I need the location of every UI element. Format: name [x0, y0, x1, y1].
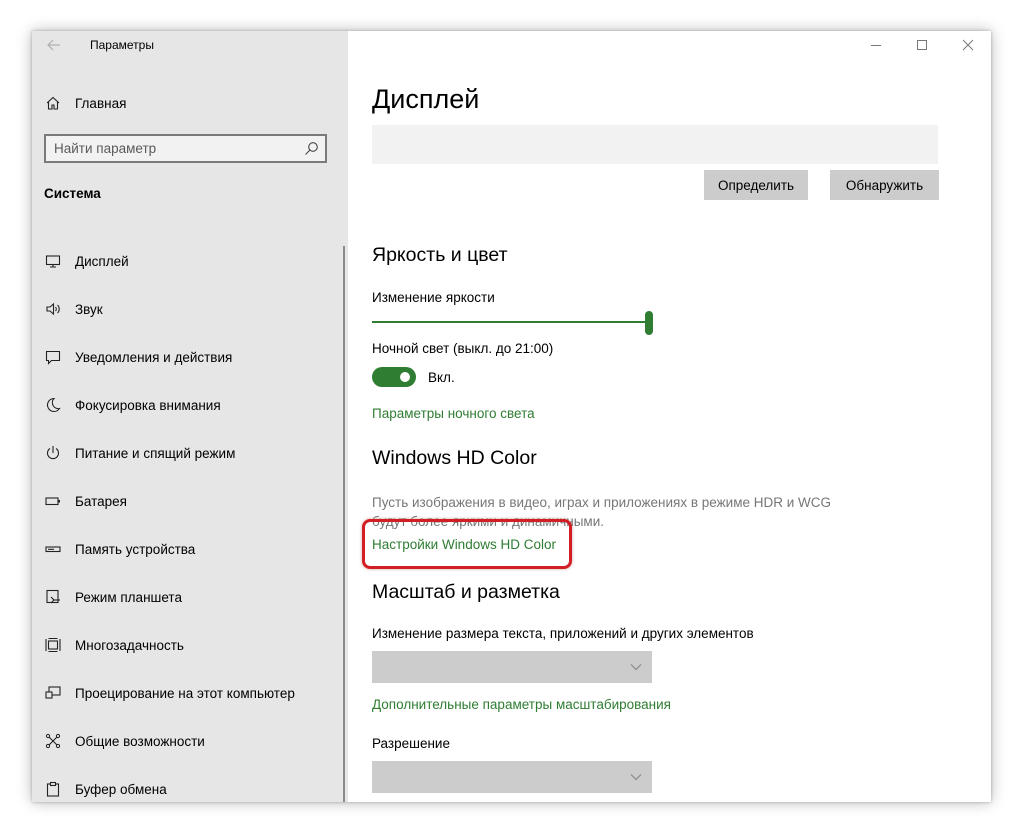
tablet-mode-icon	[44, 588, 62, 606]
main-content: Дисплей Определить Обнаружить Яркость и …	[348, 31, 991, 802]
close-icon	[962, 39, 974, 51]
sidebar-item-notifications[interactable]: Уведомления и действия	[44, 333, 334, 381]
sidebar-item-multitasking[interactable]: Многозадачность	[44, 621, 334, 669]
sidebar-nav: Дисплей Звук Уведомления и действия Фоку…	[44, 237, 334, 802]
resolution-dropdown[interactable]	[372, 761, 652, 793]
sidebar-item-projecting[interactable]: Проецирование на этот компьютер	[44, 669, 334, 717]
monitor-icon	[44, 252, 62, 270]
sidebar-item-label: Главная	[75, 95, 127, 111]
moon-icon	[44, 396, 62, 414]
sidebar-item-label: Проецирование на этот компьютер	[75, 685, 295, 701]
power-icon	[44, 444, 62, 462]
toggle-knob	[400, 372, 410, 382]
sidebar-item-label: Уведомления и действия	[75, 349, 233, 365]
sidebar-item-battery[interactable]: Батарея	[44, 477, 334, 525]
monitor-arrangement-area[interactable]	[372, 125, 938, 164]
storage-icon	[44, 540, 62, 558]
sidebar-item-sound[interactable]: Звук	[44, 285, 334, 333]
brightness-slider[interactable]	[372, 311, 656, 335]
app-title: Параметры	[90, 38, 154, 52]
search-input[interactable]	[46, 136, 294, 161]
sidebar-item-clipboard[interactable]: Буфер обмена	[44, 765, 334, 802]
identify-button[interactable]: Определить	[704, 170, 808, 200]
sidebar-item-label: Дисплей	[75, 253, 129, 269]
section-title: Система	[44, 186, 101, 201]
scale-layout-heading: Масштаб и разметка	[372, 581, 560, 603]
chevron-down-icon	[628, 769, 644, 785]
sidebar: Параметры Главная Система Дисплей	[32, 31, 348, 802]
advanced-scaling-link[interactable]: Дополнительные параметры масштабирования	[372, 697, 671, 712]
shared-experiences-icon	[44, 732, 62, 750]
sidebar-item-home[interactable]: Главная	[44, 91, 334, 115]
battery-icon	[44, 492, 62, 510]
settings-window: Параметры Главная Система Дисплей	[32, 31, 991, 802]
sidebar-item-label: Звук	[75, 301, 103, 317]
close-button[interactable]	[945, 31, 991, 59]
search-icon[interactable]	[304, 141, 319, 156]
clipboard-icon	[44, 780, 62, 798]
sidebar-item-focus-assist[interactable]: Фокусировка внимания	[44, 381, 334, 429]
maximize-icon	[917, 40, 927, 50]
sidebar-item-label: Многозадачность	[75, 637, 184, 653]
page-title: Дисплей	[372, 84, 480, 114]
hd-color-settings-link[interactable]: Настройки Windows HD Color	[372, 537, 558, 552]
back-arrow-icon[interactable]	[44, 35, 64, 55]
night-light-label: Ночной свет (выкл. до 21:00)	[372, 341, 554, 356]
notification-icon	[44, 348, 62, 366]
sidebar-item-label: Режим планшета	[75, 589, 182, 605]
minimize-button[interactable]	[853, 31, 899, 59]
sidebar-item-display[interactable]: Дисплей	[44, 237, 334, 285]
sidebar-item-label: Фокусировка внимания	[75, 397, 221, 413]
detect-button[interactable]: Обнаружить	[830, 170, 939, 200]
night-light-settings-link[interactable]: Параметры ночного света	[372, 406, 535, 421]
sidebar-scrollbar[interactable]	[343, 246, 345, 802]
sidebar-item-label: Питание и спящий режим	[75, 445, 236, 461]
night-light-toggle[interactable]	[372, 367, 416, 387]
resolution-label: Разрешение	[372, 736, 450, 751]
night-light-state: Вкл.	[428, 370, 455, 385]
brightness-color-heading: Яркость и цвет	[372, 244, 508, 266]
chevron-down-icon	[628, 659, 644, 675]
maximize-button[interactable]	[899, 31, 945, 59]
home-icon	[44, 94, 62, 112]
sidebar-item-label: Батарея	[75, 493, 127, 509]
scale-dropdown[interactable]	[372, 651, 652, 683]
multitasking-icon	[44, 636, 62, 654]
scale-label: Изменение размера текста, приложений и д…	[372, 626, 754, 641]
search-box[interactable]	[44, 134, 327, 163]
hd-color-heading: Windows HD Color	[372, 447, 537, 469]
projecting-icon	[44, 684, 62, 702]
sidebar-item-tablet-mode[interactable]: Режим планшета	[44, 573, 334, 621]
sidebar-item-power[interactable]: Питание и спящий режим	[44, 429, 334, 477]
sidebar-item-label: Общие возможности	[75, 733, 205, 749]
window-controls	[853, 31, 991, 59]
brightness-label: Изменение яркости	[372, 290, 495, 305]
minimize-icon	[871, 45, 881, 46]
speaker-icon	[44, 300, 62, 318]
sidebar-item-label: Буфер обмена	[75, 781, 167, 797]
slider-thumb[interactable]	[645, 311, 653, 335]
sidebar-item-label: Память устройства	[75, 541, 196, 557]
slider-track	[372, 321, 648, 323]
sidebar-item-shared-experiences[interactable]: Общие возможности	[44, 717, 334, 765]
sidebar-item-storage[interactable]: Память устройства	[44, 525, 334, 573]
